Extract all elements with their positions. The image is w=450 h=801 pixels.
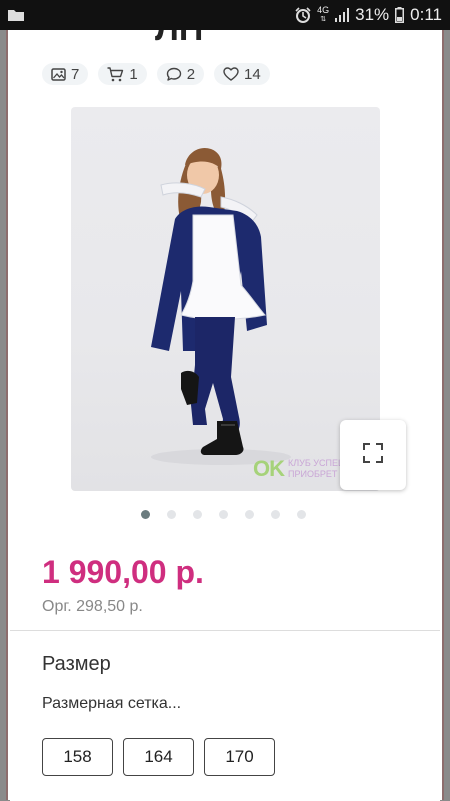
watermark: OK КЛУБ УСПЕШ ПРИОБРЕТ — [253, 456, 346, 482]
product-price: 1 990,00 р. — [42, 554, 204, 590]
size-option-158[interactable]: 158 — [42, 738, 113, 776]
size-option-170[interactable]: 170 — [204, 738, 275, 776]
gallery-dot[interactable] — [219, 510, 228, 519]
size-chart-link[interactable]: Размерная сетка... — [42, 695, 181, 713]
image-icon — [51, 67, 66, 81]
gallery-dot[interactable] — [141, 510, 150, 519]
photos-count-chip[interactable]: 7 — [42, 63, 89, 85]
gallery-dot[interactable] — [297, 510, 306, 519]
gallery-dot[interactable] — [271, 510, 280, 519]
gallery-dot[interactable] — [193, 510, 202, 519]
org-price: Орг. 298,50 р. — [42, 598, 143, 615]
battery-icon — [395, 7, 405, 23]
watermark-line-1: КЛУБ УСПЕШ — [288, 458, 347, 468]
watermark-logo: OK — [253, 456, 285, 481]
cart-count-chip[interactable]: 1 — [98, 63, 147, 85]
size-option-164[interactable]: 164 — [123, 738, 194, 776]
product-title: ЛП — [155, 30, 203, 49]
product-stats: 7 1 2 14 — [42, 63, 270, 85]
network-indicator: 4G ⇅ — [317, 5, 330, 24]
folder-icon — [8, 9, 24, 21]
gallery-dot[interactable] — [245, 510, 254, 519]
photos-count: 7 — [71, 65, 80, 83]
cart-icon — [107, 66, 124, 82]
fullscreen-button[interactable] — [340, 420, 406, 490]
likes-count-chip[interactable]: 14 — [214, 63, 270, 85]
size-title: Размер — [42, 653, 111, 675]
size-section: Размер Размерная сетка... 158 164 170 — [10, 630, 440, 801]
watermark-line-2: ПРИОБРЕТ — [288, 469, 338, 479]
battery-percent: 31% — [355, 5, 390, 24]
comments-count-chip[interactable]: 2 — [156, 63, 205, 85]
model-illustration — [151, 147, 291, 465]
gallery-dot[interactable] — [167, 510, 176, 519]
cart-count: 1 — [129, 65, 138, 83]
network-type: 4G — [317, 5, 330, 15]
likes-count: 14 — [244, 65, 261, 83]
product-photo[interactable]: OK КЛУБ УСПЕШ ПРИОБРЕТ — [71, 107, 380, 491]
comment-icon — [166, 67, 182, 82]
alarm-icon — [295, 7, 311, 23]
signal-icon — [335, 8, 350, 22]
comments-count: 2 — [186, 65, 196, 83]
size-options: 158 164 170 — [42, 738, 275, 776]
clock: 0:11 — [410, 5, 442, 24]
expand-icon — [363, 442, 383, 468]
heart-icon — [223, 67, 239, 81]
status-bar: 4G ⇅ 31% 0:11 — [0, 0, 450, 30]
gallery-pagination — [141, 510, 306, 519]
watermark-text: КЛУБ УСПЕШ ПРИОБРЕТ — [288, 458, 346, 480]
